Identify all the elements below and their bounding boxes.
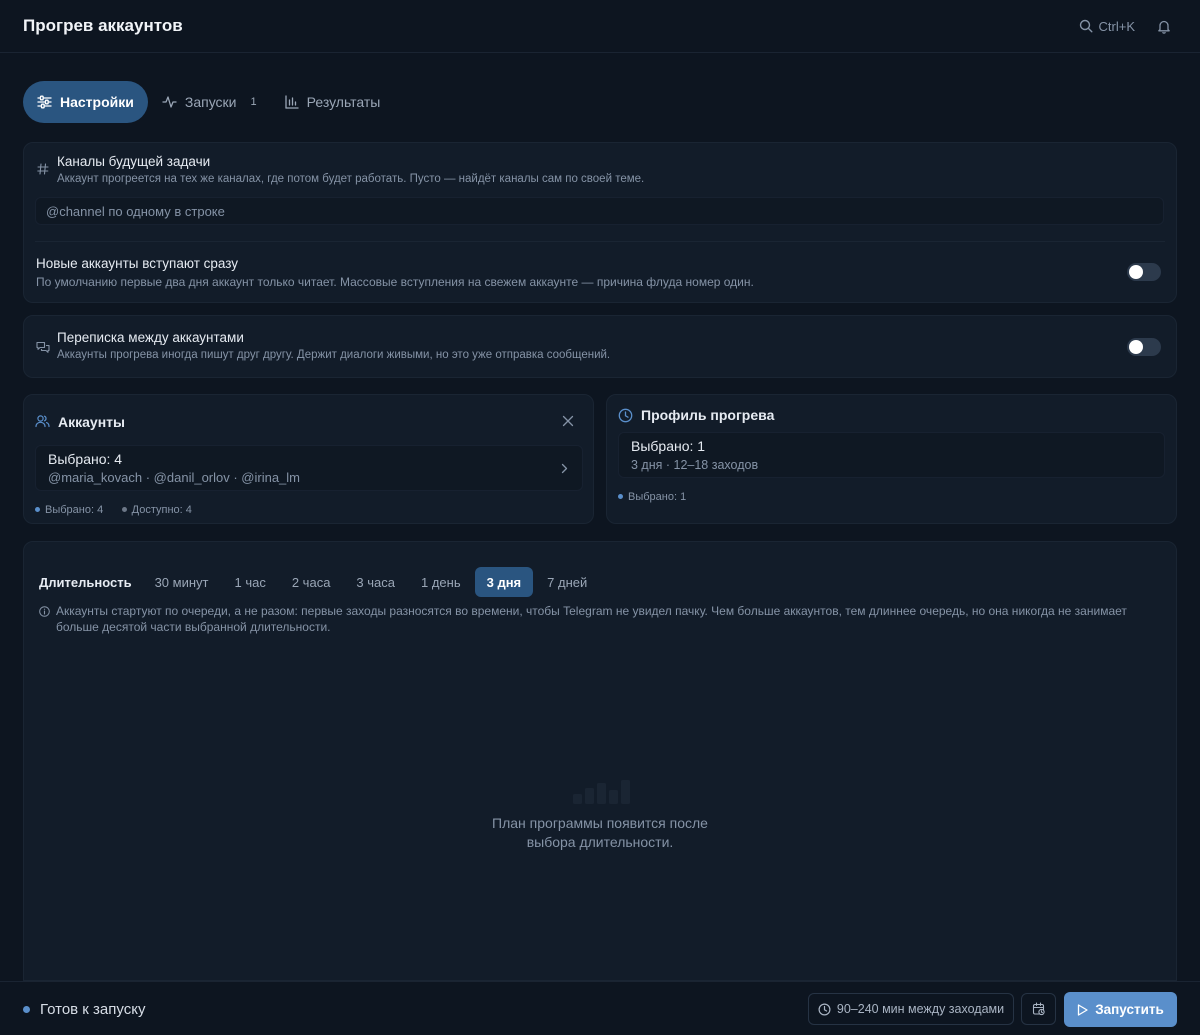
header-actions: Ctrl+K [1079,19,1177,34]
chat-description: Аккаунты прогрева иногда пишут друг друг… [57,349,611,361]
runs-count-badge: 1 [250,96,257,108]
clock-icon [818,1002,831,1016]
tab-settings-label: Настройки [60,94,134,110]
chart-placeholder-icon [573,780,631,804]
profile-stat-selected: Выбрано: 1 [628,490,687,503]
accounts-card: Аккаунты Выбрано: 4 @maria_kovach · @dan… [23,394,594,524]
duration-option[interactable]: 30 минут [143,567,221,597]
chat-card: Переписка между аккаунтами Аккаунты прог… [23,315,1177,378]
tab-runs-label: Запуски [184,94,237,110]
interval-button[interactable]: 90–240 мин между заходами [808,993,1014,1025]
empty-plan-line-1: План программы появится после [492,815,708,831]
status-indicator: Готов к запуску [23,1001,145,1018]
accounts-title: Аккаунты [58,414,125,430]
tab-runs[interactable]: Запуски 1 [148,81,271,123]
search-icon [1079,19,1093,33]
duration-selector: Длительность 30 минут 1 час 2 часа 3 час… [39,567,601,597]
join-immediately-description: По умолчанию первые два дня аккаунт толь… [36,275,754,289]
chevron-right-icon [561,463,568,474]
sliders-icon [37,95,52,109]
clock-icon [618,408,633,423]
chat-title: Переписка между аккаунтами [57,330,244,345]
duration-option[interactable]: 2 часа [280,567,343,597]
status-text: Готов к запуску [40,1001,146,1018]
selected-dot [35,507,40,512]
schedule-button[interactable] [1021,993,1056,1025]
accounts-stats: Выбрано: 4 Доступно: 4 [35,499,206,517]
tab-bar: Настройки Запуски 1 Результаты [23,81,394,123]
accounts-selected-count: Выбрано: 4 [48,451,123,467]
hash-icon [37,163,49,175]
channels-input[interactable]: @channel по одному в строке [35,197,1164,225]
empty-plan-message: План программы появится после выбора дли… [24,814,1176,852]
run-button[interactable]: Запустить [1064,992,1177,1027]
search-button[interactable]: Ctrl+K [1079,19,1135,34]
search-shortcut: Ctrl+K [1098,18,1135,34]
accounts-stat-selected: Выбрано: 4 [45,503,104,516]
duration-card: Длительность 30 минут 1 час 2 часа 3 час… [23,541,1177,981]
duration-option[interactable]: 1 день [409,567,473,597]
join-immediately-title: Новые аккаунты вступают сразу [36,256,239,271]
divider [35,241,1165,242]
messages-icon [36,341,50,354]
duration-note: Аккаунты стартуют по очереди, а не разом… [56,604,1127,634]
profile-card: Профиль прогрева Выбрано: 1 3 дня · 12–1… [606,394,1177,524]
page-title: Прогрев аккаунтов [23,16,183,35]
close-icon[interactable] [562,415,574,427]
duration-option[interactable]: 3 часа [344,567,407,597]
duration-label: Длительность [39,574,132,590]
accounts-selector[interactable]: Выбрано: 4 @maria_kovach · @danil_orlov … [35,445,583,491]
empty-plan-line-2: выбора длительности. [526,834,674,850]
bell-icon[interactable] [1157,19,1171,34]
accounts-usernames: @maria_kovach · @danil_orlov · @irina_lm [48,470,301,485]
calendar-clock-icon [1032,1002,1046,1016]
tab-results[interactable]: Результаты [271,81,395,123]
bar-chart-icon [284,95,299,109]
profile-title: Профиль прогрева [641,407,775,423]
tab-results-label: Результаты [306,94,381,110]
available-dot [121,507,127,512]
profile-stats: Выбрано: 1 [618,486,700,504]
join-immediately-toggle[interactable] [1127,263,1161,281]
duration-option-selected[interactable]: 3 дня [474,567,534,597]
duration-option[interactable]: 7 дней [535,567,599,597]
channels-card: Каналы будущей задачи Аккаунт прогреется… [23,142,1177,303]
profile-selector[interactable]: Выбрано: 1 3 дня · 12–18 заходов [618,432,1165,478]
profile-details: 3 дня · 12–18 заходов [631,458,759,472]
accounts-stat-available: Доступно: 4 [131,503,192,516]
activity-icon [162,95,177,109]
info-icon [39,606,50,617]
run-label: Запустить [1095,1002,1164,1017]
tab-settings[interactable]: Настройки [23,81,148,123]
channels-title: Каналы будущей задачи [57,154,211,169]
interval-label: 90–240 мин между заходами [836,1002,1005,1016]
status-dot [23,1006,30,1013]
channels-description: Аккаунт прогреется на тех же каналах, гд… [57,173,645,185]
users-icon [35,414,50,428]
selected-dot [618,494,623,499]
play-icon [1077,1003,1088,1016]
top-header: Прогрев аккаунтов Ctrl+K [0,0,1200,53]
profile-selected-count: Выбрано: 1 [631,438,706,454]
channels-placeholder: @channel по одному в строке [46,203,225,219]
footer-bar: Готов к запуску 90–240 мин между заходам… [0,981,1200,1035]
duration-option[interactable]: 1 час [222,567,277,597]
chat-toggle[interactable] [1127,338,1161,356]
